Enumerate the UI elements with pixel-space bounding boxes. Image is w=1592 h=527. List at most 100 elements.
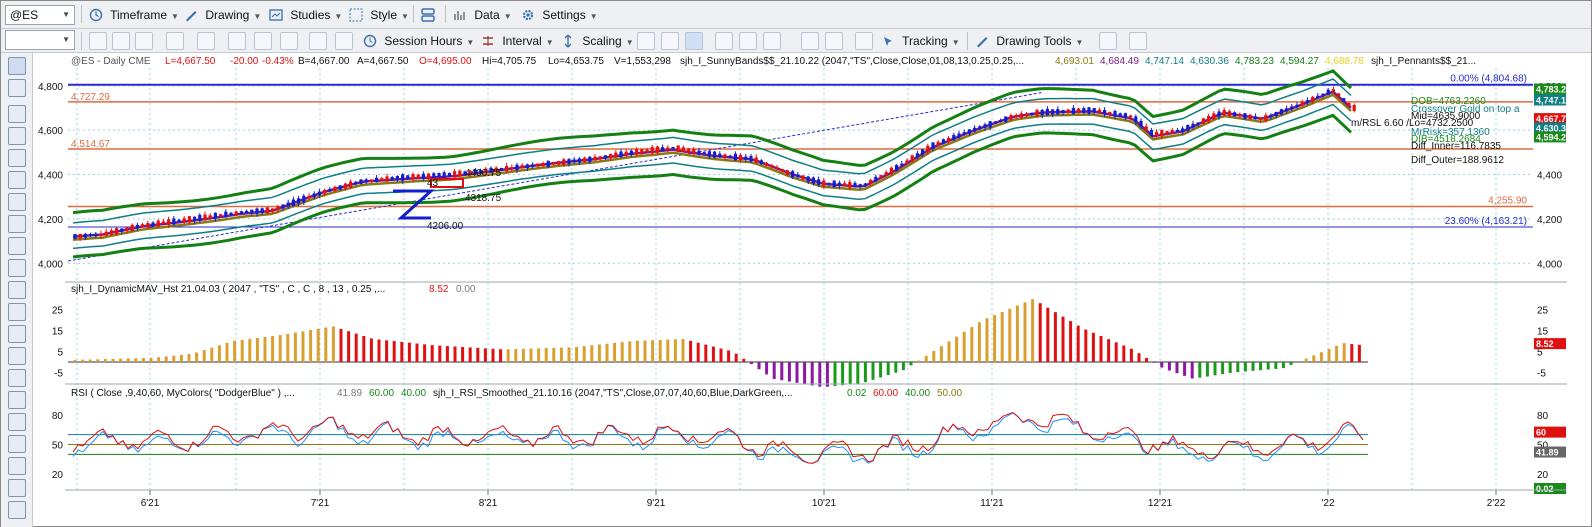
zoom-in-icon[interactable] bbox=[801, 32, 819, 50]
analysis-icon[interactable] bbox=[1129, 32, 1147, 50]
studies-menu[interactable]: Studies ▼ bbox=[269, 4, 342, 26]
time-axis-label: 8'21 bbox=[479, 498, 498, 509]
zoom-out-icon[interactable] bbox=[825, 32, 843, 50]
time-axis-label: 7'21 bbox=[311, 498, 330, 509]
fib-fan-icon[interactable] bbox=[8, 303, 26, 321]
candle-body bbox=[302, 195, 306, 203]
chevron-down-icon: ▼ bbox=[589, 12, 598, 21]
reload-icon[interactable] bbox=[112, 32, 130, 50]
candle-body bbox=[447, 172, 451, 177]
candle-body bbox=[406, 175, 410, 180]
time-axis[interactable]: 6'21 7'21 8'21 9'21 10'21 11'21 12'21 '22 2'22 bbox=[141, 490, 1506, 509]
spiral-icon[interactable] bbox=[8, 347, 26, 365]
candle-body bbox=[239, 211, 243, 214]
rsi-smoothed-value-4: 50.00 bbox=[937, 388, 962, 399]
vertical-line-icon[interactable] bbox=[8, 259, 26, 277]
chevron-down-icon[interactable]: ▼ bbox=[62, 31, 70, 49]
settings-label: Settings bbox=[542, 8, 586, 22]
pointer-icon[interactable] bbox=[8, 57, 26, 75]
mav-panel-header: sjh_I_DynamicMAV_Hst 21.04.03 ( 2047 , "… bbox=[71, 284, 476, 295]
hollow-candle-icon[interactable] bbox=[739, 32, 757, 50]
candle-body bbox=[702, 152, 706, 154]
candle-body bbox=[1175, 129, 1179, 132]
zoom-icon[interactable] bbox=[166, 32, 184, 50]
chart-area[interactable]: @ES - Daily CME L=4,667.50 -20.00 -0.43%… bbox=[33, 53, 1592, 527]
network-icon[interactable] bbox=[309, 32, 327, 50]
secondary-toolbar: ▼ Session Hours ▼ Interval ▼ Scaling ▼ T… bbox=[1, 29, 1591, 53]
pitchfork-icon[interactable] bbox=[8, 369, 26, 387]
chevron-down-icon: ▼ bbox=[503, 12, 512, 21]
ray-icon[interactable] bbox=[8, 127, 26, 145]
symbol-input[interactable]: @ES ▼ bbox=[5, 5, 75, 25]
candle-body bbox=[156, 220, 160, 227]
drawing-menu[interactable]: Drawing ▼ bbox=[184, 4, 261, 26]
candlestick-active-icon[interactable] bbox=[685, 32, 703, 50]
candle-body bbox=[541, 163, 545, 167]
up-arrow-icon[interactable] bbox=[8, 457, 26, 475]
bar-chart-icon[interactable] bbox=[637, 32, 655, 50]
eraser-icon[interactable] bbox=[8, 501, 26, 519]
target-icon[interactable] bbox=[8, 413, 26, 431]
speed-icon[interactable] bbox=[8, 435, 26, 453]
measure-icon[interactable] bbox=[8, 237, 26, 255]
chart-plus-icon[interactable] bbox=[280, 32, 298, 50]
session-hours-menu[interactable]: Session Hours ▼ bbox=[363, 30, 474, 52]
settings-menu[interactable]: Settings ▼ bbox=[521, 4, 598, 26]
ohlc-icon[interactable] bbox=[715, 32, 733, 50]
mav-value-2: 0.00 bbox=[456, 284, 476, 295]
tracking-menu[interactable]: Tracking ▼ bbox=[881, 30, 960, 52]
trendline-icon[interactable] bbox=[8, 105, 26, 123]
candle-body bbox=[895, 164, 899, 171]
candle-body bbox=[671, 146, 675, 149]
timeframe-menu[interactable]: Timeframe ▼ bbox=[89, 4, 179, 26]
grid-icon[interactable] bbox=[135, 32, 153, 50]
candle-body bbox=[1108, 111, 1112, 115]
line-chart-icon[interactable] bbox=[228, 32, 246, 50]
channel-icon[interactable] bbox=[8, 149, 26, 167]
area-chart-icon[interactable] bbox=[254, 32, 272, 50]
mav-right-axis-tick: 5 bbox=[1537, 348, 1543, 359]
data-menu[interactable]: Data ▼ bbox=[453, 4, 512, 26]
interval-menu[interactable]: Interval ▼ bbox=[481, 30, 554, 52]
data-window-icon[interactable] bbox=[855, 32, 873, 50]
refresh-icon[interactable] bbox=[89, 32, 107, 50]
candle-body bbox=[723, 154, 727, 158]
crosshair-icon[interactable] bbox=[8, 79, 26, 97]
candle-body bbox=[1227, 111, 1231, 116]
candlestick-icon[interactable] bbox=[661, 32, 679, 50]
drawing-tools-menu[interactable]: Drawing Tools ▼ bbox=[975, 30, 1083, 52]
candle-body bbox=[343, 183, 347, 189]
main-toolbar: @ES ▼ Timeframe ▼ Drawing ▼ Studies ▼ Style… bbox=[1, 1, 1591, 29]
candle-body bbox=[89, 234, 93, 237]
chart-add-icon[interactable] bbox=[1099, 32, 1117, 50]
ruler-icon[interactable] bbox=[8, 215, 26, 233]
circle-tool-icon[interactable] bbox=[8, 193, 26, 211]
candle-body bbox=[697, 150, 701, 154]
heikin-icon[interactable] bbox=[763, 32, 781, 50]
mav-right-axis-tick: 15 bbox=[1537, 327, 1549, 338]
fib-lines-icon[interactable] bbox=[8, 281, 26, 299]
candle-body bbox=[1160, 130, 1164, 137]
gauge-icon[interactable] bbox=[197, 32, 215, 50]
candle-body bbox=[754, 157, 758, 164]
layout-toggle[interactable] bbox=[421, 4, 439, 26]
chevron-down-icon[interactable]: ▼ bbox=[62, 6, 70, 24]
arrow-tool-icon[interactable] bbox=[8, 171, 26, 189]
candle-body bbox=[1352, 104, 1356, 111]
candle-body bbox=[421, 173, 425, 179]
candle-body bbox=[380, 178, 384, 181]
net-change: -20.00 bbox=[230, 56, 259, 67]
rsi-value-1: 41.89 bbox=[337, 388, 362, 399]
right-price-axis[interactable]: 4,8004,6004,4004,2004,000 bbox=[1537, 82, 1562, 271]
last-price: L=4,667.50 bbox=[165, 56, 216, 67]
wave-icon[interactable] bbox=[8, 391, 26, 409]
chart-table-icon[interactable] bbox=[335, 32, 353, 50]
text-tool-icon[interactable] bbox=[8, 479, 26, 497]
quantity-input[interactable]: ▼ bbox=[5, 30, 75, 50]
style-menu[interactable]: Style ▼ bbox=[349, 4, 409, 26]
time-axis-label: 12'21 bbox=[1148, 498, 1173, 509]
scaling-menu[interactable]: Scaling ▼ bbox=[561, 30, 634, 52]
candle-body bbox=[1144, 126, 1148, 131]
gann-icon[interactable] bbox=[8, 325, 26, 343]
time-axis-label: 11'21 bbox=[980, 498, 1004, 509]
